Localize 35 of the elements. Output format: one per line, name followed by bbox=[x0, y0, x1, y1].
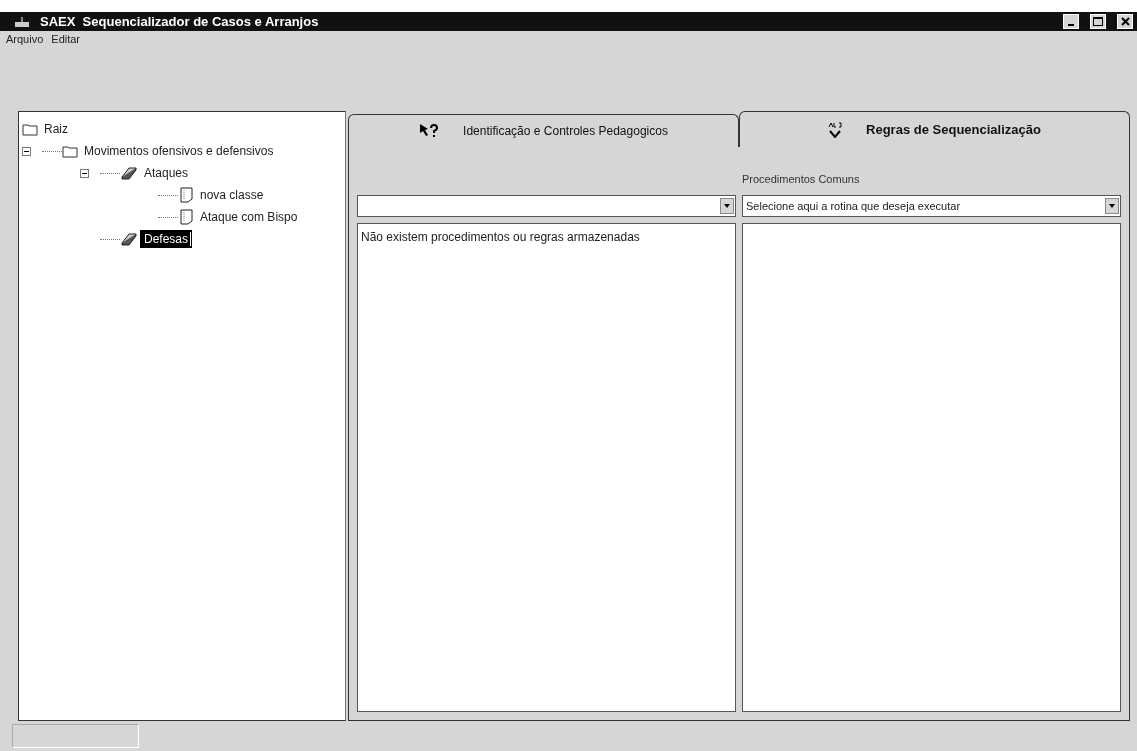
tree-item[interactable]: Raiz bbox=[42, 122, 70, 136]
collapse-toggle-icon[interactable] bbox=[22, 146, 31, 156]
dropdown-arrow-button[interactable] bbox=[1105, 198, 1119, 214]
folder-icon bbox=[22, 122, 38, 136]
app-icon bbox=[14, 15, 30, 28]
collapse-toggle-icon[interactable] bbox=[80, 168, 89, 178]
dropdown[interactable]: Selecione aqui a rotina que deseja executar bbox=[742, 195, 1121, 217]
tab[interactable]: Regras de Sequencialização bbox=[739, 111, 1130, 147]
eraser-icon bbox=[120, 231, 138, 247]
minimize-icon bbox=[1068, 23, 1074, 26]
pointer-question-icon bbox=[419, 123, 440, 139]
tree-item[interactable]: Ataque com Bispo bbox=[198, 210, 300, 224]
folder-icon bbox=[62, 144, 78, 158]
tree-item[interactable]: Ataques bbox=[142, 166, 191, 180]
caret-icon bbox=[1109, 204, 1115, 208]
tree-item[interactable]: Movimentos ofensivos e defensivos bbox=[82, 144, 276, 158]
minimize-button[interactable] bbox=[1063, 14, 1079, 29]
close-button[interactable] bbox=[1117, 14, 1133, 29]
spellcheck-icon bbox=[828, 121, 843, 138]
maximize-button[interactable] bbox=[1090, 14, 1106, 29]
document-icon bbox=[178, 209, 194, 225]
caret-icon bbox=[724, 204, 730, 208]
dropdown-arrow-button[interactable] bbox=[720, 198, 734, 214]
maximize-icon bbox=[1093, 17, 1103, 26]
close-icon bbox=[1120, 17, 1130, 26]
window-title: SAEX Sequencializador de Casos e Arranjos bbox=[40, 14, 320, 29]
eraser-icon bbox=[120, 165, 138, 181]
list-item[interactable]: Não existem procedimentos ou regras armazenadas bbox=[361, 230, 732, 244]
tab[interactable]: Identificação e Controles Pedagogicos bbox=[348, 114, 739, 147]
dropdown[interactable] bbox=[357, 195, 736, 217]
tree-item[interactable]: nova classe bbox=[198, 188, 266, 202]
menu-item[interactable]: Arquivo bbox=[6, 33, 44, 45]
document-icon bbox=[178, 187, 194, 203]
field-label: Procedimentos Comuns bbox=[742, 173, 861, 187]
menu-item[interactable]: Editar bbox=[51, 33, 81, 45]
